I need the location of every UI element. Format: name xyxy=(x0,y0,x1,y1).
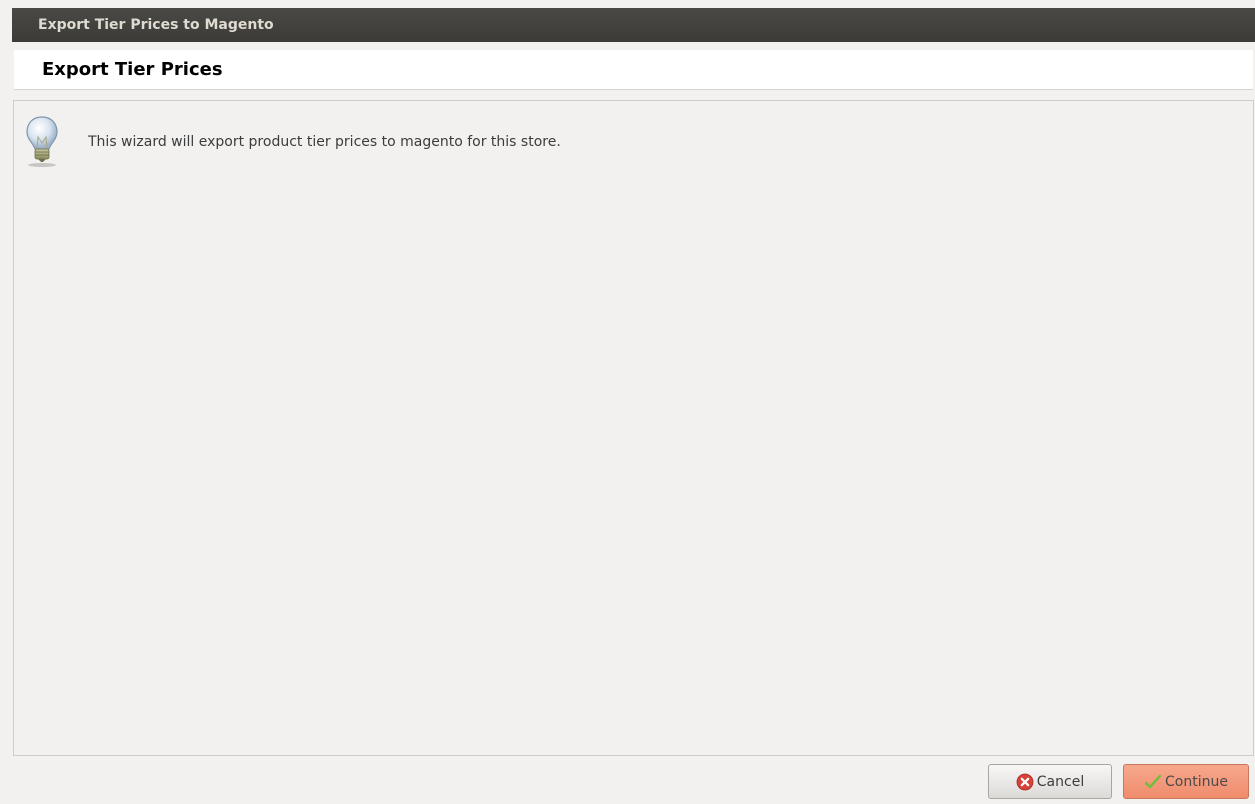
window-titlebar[interactable]: Export Tier Prices to Magento xyxy=(12,8,1255,42)
continue-button[interactable]: Continue xyxy=(1123,764,1249,799)
wizard-message: This wizard will export product tier pri… xyxy=(88,134,561,150)
continue-button-label: Continue xyxy=(1165,773,1228,790)
checkmark-icon xyxy=(1144,774,1162,788)
cancel-button[interactable]: Cancel xyxy=(988,764,1112,799)
wizard-window: Export Tier Prices to Magento Export Tie… xyxy=(12,8,1255,804)
page-title: Export Tier Prices xyxy=(42,59,223,80)
cancel-button-label: Cancel xyxy=(1036,773,1085,790)
window-title: Export Tier Prices to Magento xyxy=(38,17,274,33)
cancel-x-icon xyxy=(1016,773,1034,790)
wizard-content: This wizard will export product tier pri… xyxy=(13,100,1254,756)
lightbulb-icon xyxy=(26,116,58,167)
wizard-header: Export Tier Prices xyxy=(14,50,1253,90)
